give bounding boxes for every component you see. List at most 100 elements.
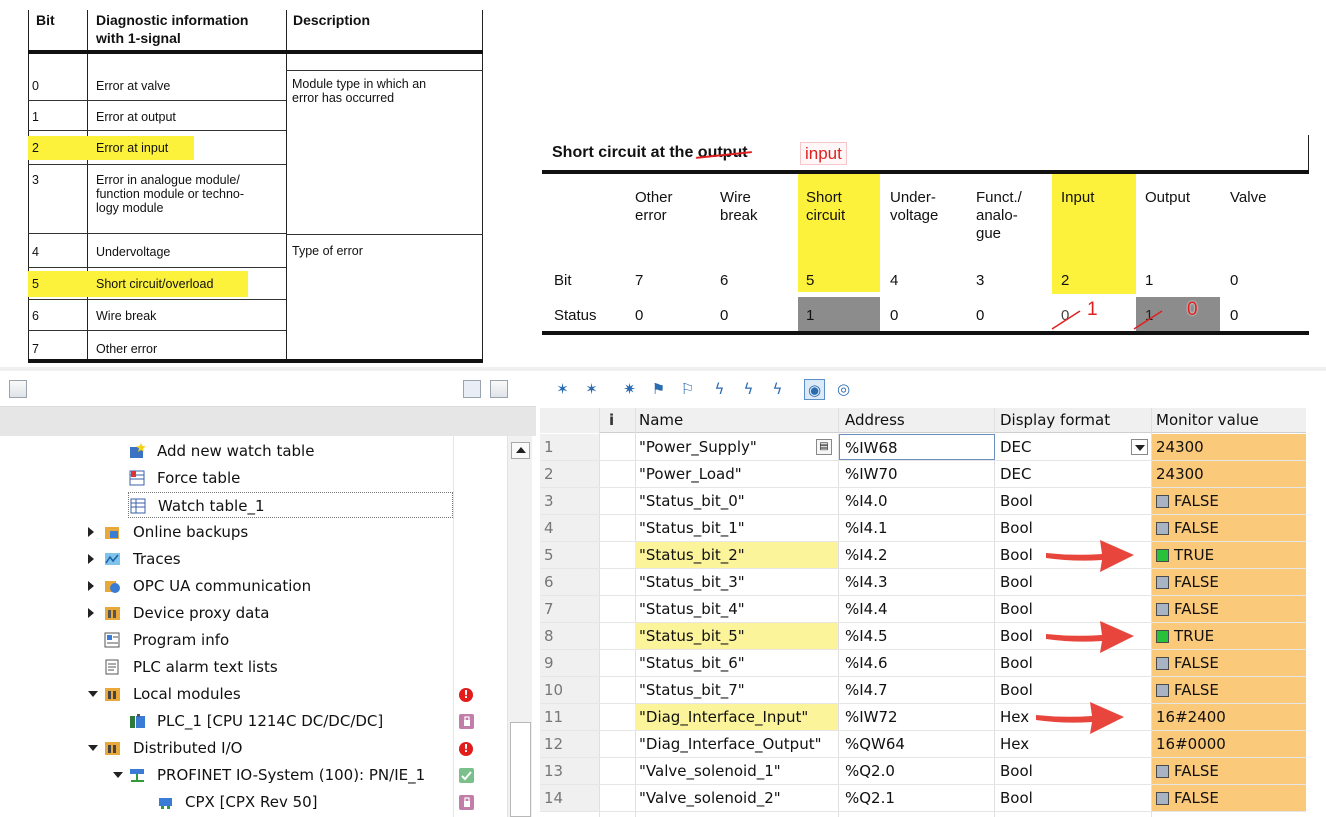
monitor-value: TRUE — [1152, 542, 1306, 568]
tag-name[interactable]: "Power_Load" — [639, 461, 742, 487]
watch-row-12[interactable]: 12 "Diag_Interface_Output" %QW64 Hex 16#… — [540, 731, 1306, 758]
export-icon[interactable] — [490, 380, 508, 398]
modify-now-icon[interactable]: ⚑ — [648, 379, 669, 400]
format-dropdown-icon[interactable] — [1131, 439, 1148, 455]
monitor-value: 16#2400 — [1152, 704, 1306, 730]
watch-row-2[interactable]: 2 "Power_Load" %IW70 DEC 24300 — [540, 461, 1306, 488]
modify-value-icon[interactable]: ϟ — [709, 379, 730, 400]
tree-item-alarm-text-lists[interactable]: PLC alarm text lists — [0, 654, 506, 680]
scroll-up-button[interactable] — [511, 442, 530, 459]
watch-row-13[interactable]: 13 "Valve_solenoid_1" %Q2.0 Bool FALSE — [540, 758, 1306, 785]
address[interactable]: %IW72 — [845, 704, 898, 730]
display-format[interactable]: Bool — [1000, 569, 1033, 595]
collapse-arrow-icon[interactable] — [113, 772, 123, 778]
tree-item-profinet-system[interactable]: PROFINET IO-System (100): PN/IE_1 — [0, 762, 506, 788]
tag-name[interactable]: "Diag_Interface_Output" — [639, 731, 822, 757]
display-format[interactable]: Bool — [1000, 596, 1033, 622]
tree-overview-icon[interactable] — [9, 380, 27, 398]
scroll-thumb[interactable] — [510, 722, 531, 817]
address[interactable]: %I4.3 — [845, 569, 888, 595]
address-input[interactable]: %IW68 — [839, 434, 995, 460]
tag-name[interactable]: "Diag_Interface_Input" — [639, 704, 808, 730]
modify-trigger-icon[interactable]: ⚐ — [677, 379, 698, 400]
address[interactable]: %I4.2 — [845, 542, 888, 568]
expand-arrow-icon[interactable] — [88, 608, 94, 618]
display-format[interactable]: Bool — [1000, 758, 1033, 784]
address[interactable]: %I4.4 — [845, 596, 888, 622]
address[interactable]: %Q2.0 — [845, 758, 895, 784]
address[interactable]: %I4.7 — [845, 677, 888, 703]
tree-item-cpx[interactable]: CPX [CPX Rev 50] — [0, 789, 506, 815]
watch-row-4[interactable]: 4 "Status_bit_1" %I4.1 Bool FALSE — [540, 515, 1306, 542]
display-format[interactable]: Bool — [1000, 650, 1033, 676]
watch-row-9[interactable]: 9 "Status_bit_6" %I4.6 Bool FALSE — [540, 650, 1306, 677]
tree-item-opc-ua[interactable]: OPC UA communication — [0, 573, 506, 599]
tree-item-local-modules[interactable]: Local modules — [0, 681, 506, 707]
display-format[interactable]: DEC — [1000, 461, 1032, 487]
modify-once-icon[interactable]: ϟ — [738, 379, 759, 400]
tag-name[interactable]: "Status_bit_7" — [639, 677, 745, 703]
watch-row-7[interactable]: 7 "Status_bit_4" %I4.4 Bool FALSE — [540, 596, 1306, 623]
tag-browse-icon[interactable]: ▤ — [816, 439, 832, 455]
address[interactable]: %I4.5 — [845, 623, 888, 649]
tag-name[interactable]: "Status_bit_6" — [639, 650, 745, 676]
tag-name[interactable]: "Status_bit_0" — [639, 488, 745, 514]
display-format[interactable]: DEC — [1000, 434, 1032, 460]
tag-name[interactable]: "Valve_solenoid_1" — [639, 758, 781, 784]
watch-row-5[interactable]: 5 "Status_bit_2" %I4.2 Bool TRUE — [540, 542, 1306, 569]
watch-row-1[interactable]: 1 "Power_Supply" ▤ %IW68 DEC 24300 — [540, 434, 1306, 461]
watch-row-10[interactable]: 10 "Status_bit_7" %I4.7 Bool FALSE — [540, 677, 1306, 704]
display-format[interactable]: Bool — [1000, 623, 1033, 649]
tag-name[interactable]: "Valve_solenoid_2" — [639, 785, 781, 811]
address[interactable]: %I4.0 — [845, 488, 888, 514]
monitor-all-icon[interactable]: ◉ — [804, 379, 825, 400]
display-format[interactable]: Bool — [1000, 515, 1033, 541]
collapse-arrow-icon[interactable] — [88, 745, 98, 751]
project-tree-panel: Add new watch table Force table Watch ta… — [0, 372, 536, 817]
address[interactable]: %IW70 — [845, 461, 898, 487]
disable-modify-icon[interactable]: ϟ — [767, 379, 788, 400]
tree-item-distributed-io[interactable]: Distributed I/O — [0, 735, 506, 761]
tag-name[interactable]: "Power_Supply" — [639, 434, 757, 460]
monitor-value: FALSE — [1152, 650, 1306, 676]
display-format[interactable]: Bool — [1000, 677, 1033, 703]
address[interactable]: %QW64 — [845, 731, 905, 757]
tree-item-online-backups[interactable]: Online backups — [0, 519, 506, 545]
tree-item-add-watch-table[interactable]: Add new watch table — [0, 438, 506, 464]
expand-arrow-icon[interactable] — [88, 554, 94, 564]
watch-row-3[interactable]: 3 "Status_bit_0" %I4.0 Bool FALSE — [540, 488, 1306, 515]
address[interactable]: %I4.1 — [845, 515, 888, 541]
detail-view-icon[interactable] — [463, 380, 481, 398]
tag-name[interactable]: "Status_bit_5" — [639, 623, 745, 649]
tree-scrollbar[interactable] — [507, 436, 532, 817]
tree-item-force-table[interactable]: Force table — [0, 465, 506, 491]
display-format[interactable]: Bool — [1000, 488, 1033, 514]
tree-item-watch-table-1[interactable]: Watch table_1 — [128, 492, 453, 518]
add-row-icon[interactable]: ✶ — [581, 379, 602, 400]
monitor-once-icon[interactable]: ◎ — [833, 379, 854, 400]
watch-row-6[interactable]: 6 "Status_bit_3" %I4.3 Bool FALSE — [540, 569, 1306, 596]
expand-arrow-icon[interactable] — [88, 527, 94, 537]
display-format[interactable]: Bool — [1000, 785, 1033, 811]
tag-name[interactable]: "Status_bit_3" — [639, 569, 745, 595]
tree-item-plc-1[interactable]: PLC_1 [CPU 1214C DC/DC/DC] — [0, 708, 506, 734]
tree-item-device-proxy[interactable]: Device proxy data — [0, 600, 506, 626]
display-format[interactable]: Hex — [1000, 704, 1029, 730]
tag-name[interactable]: "Status_bit_1" — [639, 515, 745, 541]
address[interactable]: %Q2.1 — [845, 785, 895, 811]
header-display-format: Display format — [1000, 411, 1111, 429]
display-format[interactable]: Bool — [1000, 542, 1033, 568]
collapse-arrow-icon[interactable] — [88, 691, 98, 697]
address[interactable]: %I4.6 — [845, 650, 888, 676]
update-icon[interactable]: ✷ — [619, 379, 640, 400]
tree-item-traces[interactable]: Traces — [0, 546, 506, 572]
expand-arrow-icon[interactable] — [88, 581, 94, 591]
watch-row-8[interactable]: 8 "Status_bit_5" %I4.5 Bool TRUE — [540, 623, 1306, 650]
tree-item-program-info[interactable]: Program info — [0, 627, 506, 653]
insert-row-icon[interactable]: ✶ — [552, 379, 573, 400]
display-format[interactable]: Hex — [1000, 731, 1029, 757]
tag-name[interactable]: "Status_bit_2" — [639, 542, 745, 568]
watch-row-14[interactable]: 14 "Valve_solenoid_2" %Q2.1 Bool FALSE — [540, 785, 1306, 812]
tag-name[interactable]: "Status_bit_4" — [639, 596, 745, 622]
watch-row-11[interactable]: 11 "Diag_Interface_Input" %IW72 Hex 16#2… — [540, 704, 1306, 731]
